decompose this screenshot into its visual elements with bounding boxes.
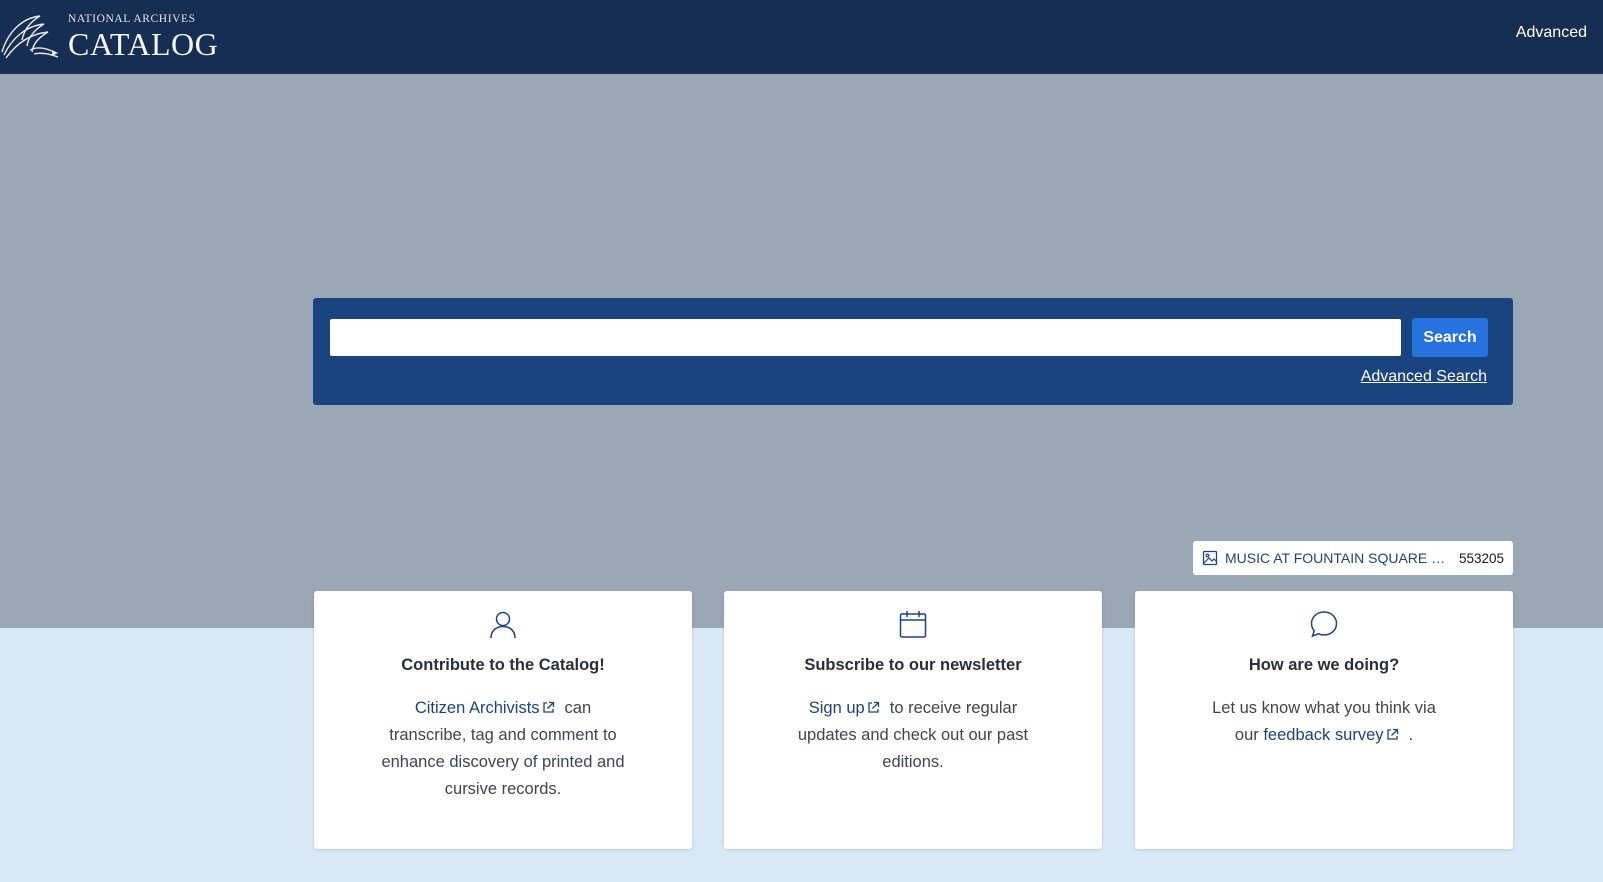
advanced-search-link[interactable]: Advanced Search <box>1361 368 1487 386</box>
logo-title: CATALOG <box>68 26 219 62</box>
citizen-archivists-link[interactable]: Citizen Archivists <box>415 699 540 717</box>
external-link-icon <box>542 701 554 713</box>
eagle-logo-icon <box>1 15 59 59</box>
card-title: Subscribe to our newsletter <box>804 656 1022 674</box>
card-body-period: . <box>1408 726 1414 744</box>
featured-record-id: 553205 <box>1458 550 1504 566</box>
person-icon <box>490 611 516 639</box>
chat-icon <box>1310 611 1338 638</box>
feedback-card: How are we doing? Let us know what you t… <box>1135 591 1513 849</box>
search-button[interactable]: Search <box>1412 318 1488 357</box>
sign-up-link[interactable]: Sign up <box>809 699 865 717</box>
logo-subtitle: NATIONAL ARCHIVES <box>68 13 196 25</box>
card-title: How are we doing? <box>1248 656 1400 674</box>
featured-record-title[interactable]: MUSIC AT FOUNTAIN SQUARE FIN... <box>1225 550 1447 566</box>
featured-record[interactable]: MUSIC AT FOUNTAIN SQUARE FIN... 553205 <box>1193 541 1513 575</box>
card-title: Contribute to the Catalog! <box>401 656 605 674</box>
newsletter-card: Subscribe to our newsletter Sign up to re… <box>724 591 1102 849</box>
external-link-icon <box>868 701 879 713</box>
advanced-nav-link[interactable]: Advanced <box>1516 24 1587 42</box>
feedback-survey-link[interactable]: feedback survey <box>1263 726 1383 744</box>
card-body: Sign up to receive regular updates and ch… <box>793 695 1033 776</box>
catalog-logo[interactable]: NATIONAL ARCHIVES CATALOG <box>0 12 218 60</box>
top-header: NATIONAL ARCHIVES CATALOG Advanced <box>0 0 1603 74</box>
contribute-card: Contribute to the Catalog! Citizen Archi… <box>314 591 692 849</box>
search-panel: Search Advanced Search <box>313 298 1513 405</box>
external-link-icon <box>1386 728 1398 740</box>
search-input[interactable] <box>330 319 1401 356</box>
card-body: Let us know what you think via our feedb… <box>1204 695 1444 749</box>
calendar-icon <box>899 611 927 638</box>
card-body: Citizen Archivists can transcribe, tag an… <box>378 695 628 803</box>
image-icon <box>1202 550 1218 566</box>
